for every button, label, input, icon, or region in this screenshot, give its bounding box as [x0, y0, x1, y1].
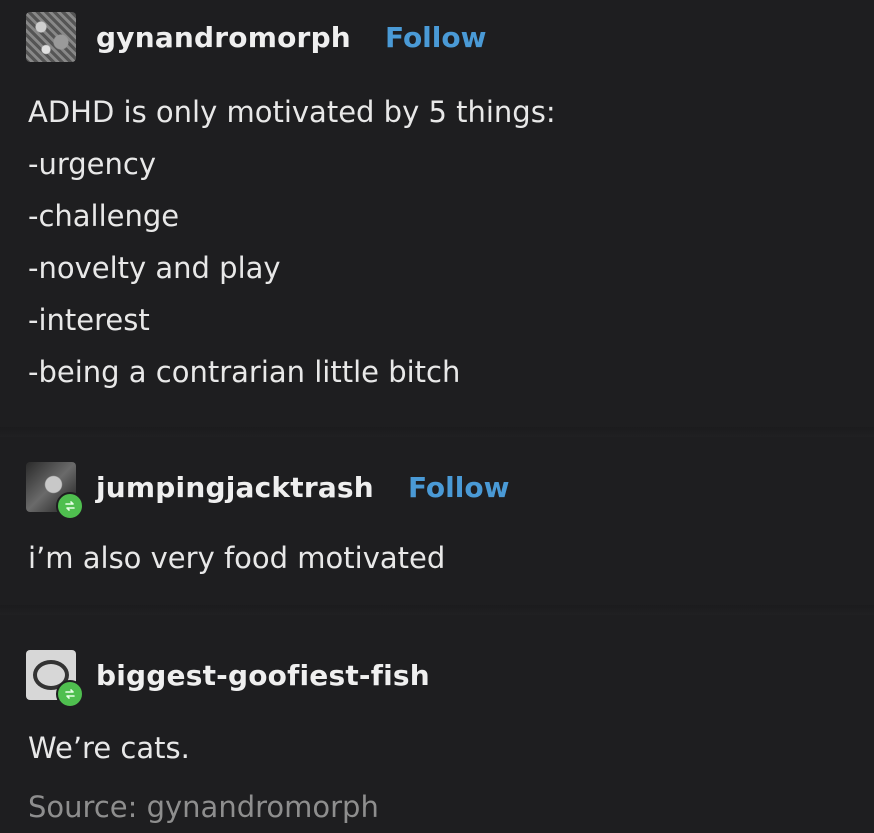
post-gynandromorph: gynandromorph Follow ADHD is only motiva…	[0, 0, 874, 432]
avatar[interactable]	[26, 462, 84, 520]
post-header: jumpingjacktrash Follow	[26, 462, 510, 520]
reblog-icon	[56, 492, 84, 520]
post-line: -urgency	[28, 147, 156, 181]
post-header: gynandromorph Follow	[26, 12, 486, 62]
source-link[interactable]: Source: gynandromorph	[28, 790, 379, 824]
avatar[interactable]	[26, 12, 76, 62]
follow-button[interactable]: Follow	[408, 471, 510, 504]
post-body: ADHD is only motivated by 5 things: -urg…	[28, 86, 556, 398]
post-biggest-goofiest-fish: biggest-goofiest-fish We’re cats. Source…	[0, 610, 874, 833]
post-body: We’re cats.	[28, 731, 190, 765]
username[interactable]: biggest-goofiest-fish	[96, 659, 430, 692]
post-line: -novelty and play	[28, 251, 281, 285]
post-line: -interest	[28, 303, 150, 337]
post-line: -being a contrarian little bitch	[28, 355, 461, 389]
username[interactable]: jumpingjacktrash	[96, 471, 374, 504]
reblog-icon	[56, 680, 84, 708]
post-jumpingjacktrash: jumpingjacktrash Follow i’m also very fo…	[0, 432, 874, 610]
avatar[interactable]	[26, 650, 84, 708]
post-body: i’m also very food motivated	[28, 541, 446, 575]
username[interactable]: gynandromorph	[96, 21, 351, 54]
post-line: ADHD is only motivated by 5 things:	[28, 95, 556, 129]
post-header: biggest-goofiest-fish	[26, 650, 430, 708]
follow-button[interactable]: Follow	[385, 21, 487, 54]
post-line: -challenge	[28, 199, 180, 233]
